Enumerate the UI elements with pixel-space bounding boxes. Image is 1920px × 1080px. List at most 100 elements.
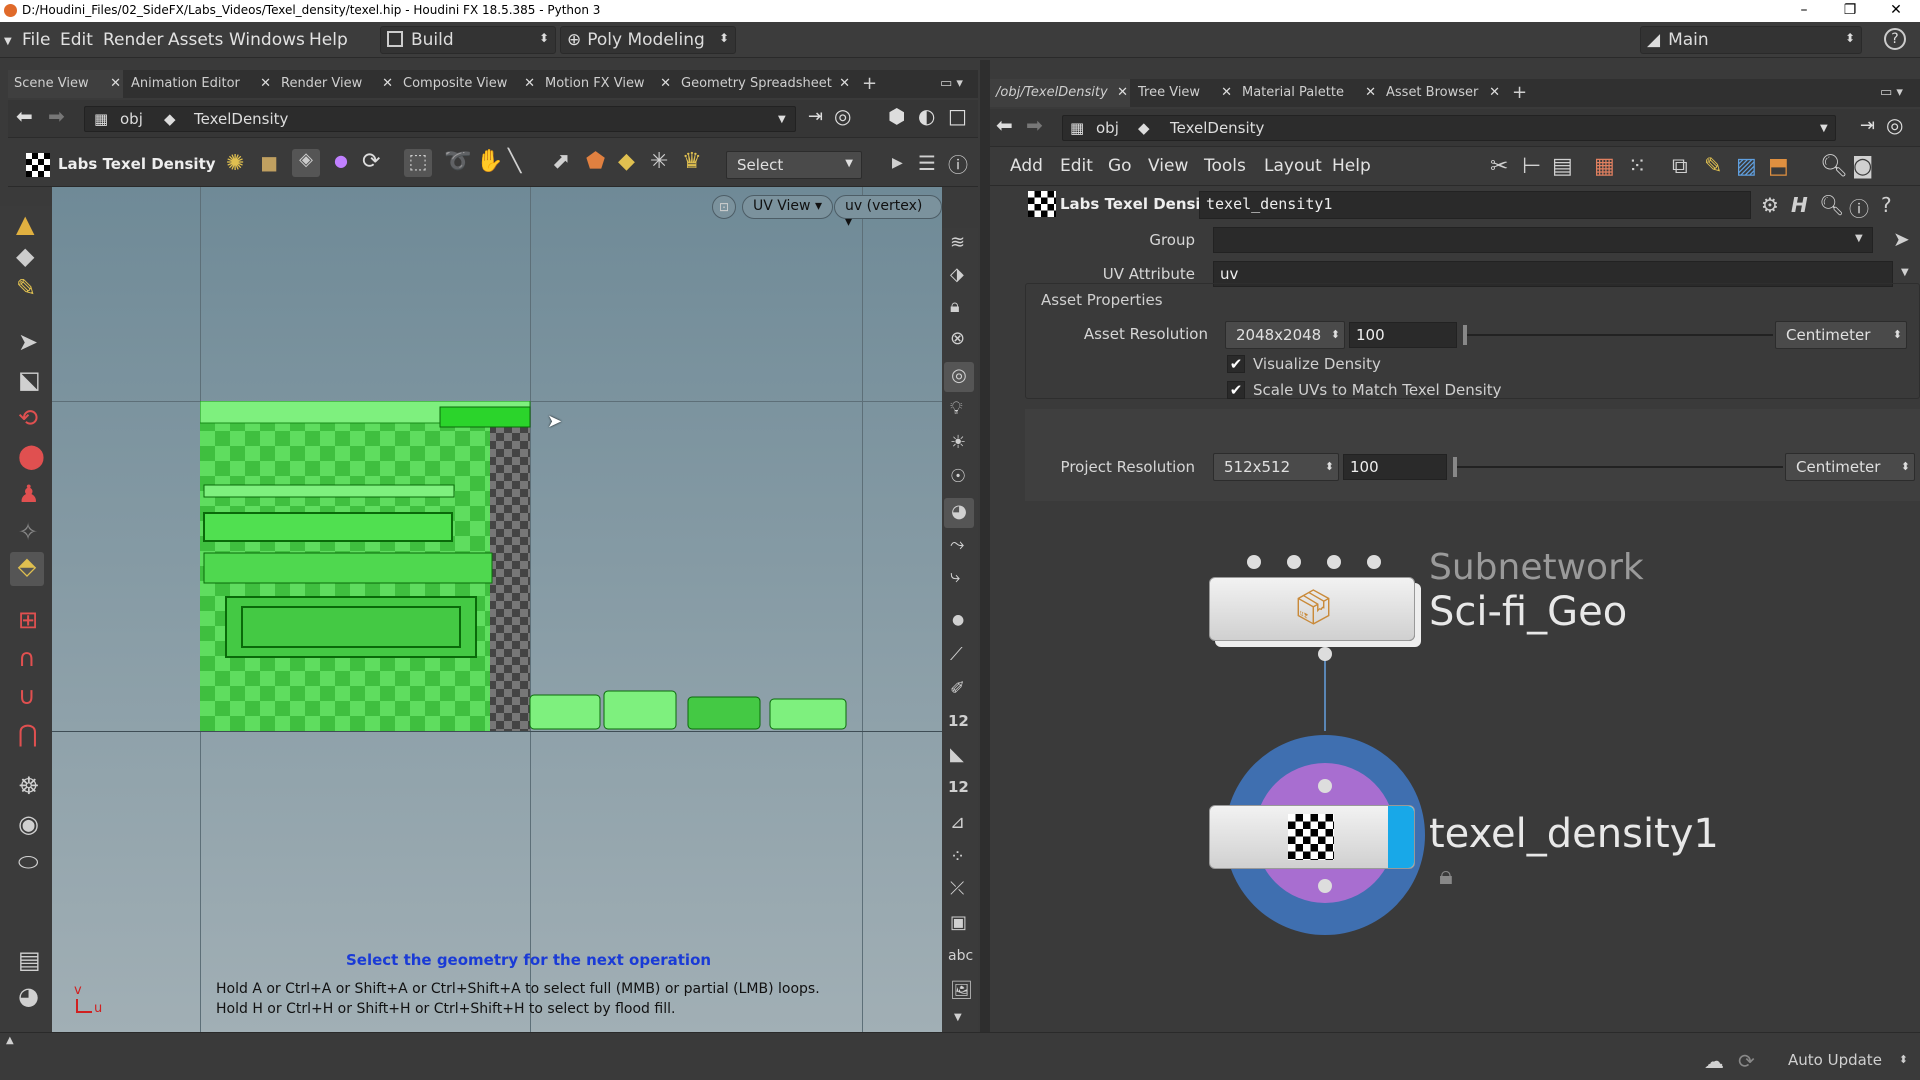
pane-menu-icon[interactable]: ▭ ▾: [934, 70, 974, 98]
rotate-select-icon[interactable]: ⟳: [362, 149, 380, 174]
guide-icon[interactable]: ⤷: [950, 566, 960, 587]
handle-tool-icon[interactable]: ▲: [16, 210, 34, 238]
menu-help[interactable]: Help: [309, 30, 348, 50]
paint-select-icon[interactable]: ✋: [476, 149, 503, 174]
image-icon[interactable]: ▨: [1736, 154, 1757, 179]
desktop-build-selector[interactable]: Build ⬍: [380, 26, 556, 54]
tab-render-view[interactable]: Render View ✕: [275, 70, 395, 98]
subnetwork-node[interactable]: 📦︎: [1209, 577, 1415, 641]
close-tab-icon[interactable]: ✕: [382, 70, 393, 98]
rotate-tool-icon[interactable]: ⟲: [18, 404, 38, 432]
asset-scale-slider-track[interactable]: [1463, 334, 1773, 336]
bounding-box-icon[interactable]: ▣: [950, 912, 967, 933]
list-options-icon[interactable]: ☰: [918, 151, 936, 175]
input-connector[interactable]: [1318, 779, 1332, 793]
input-connector[interactable]: [1247, 555, 1261, 569]
pane-splitter[interactable]: [980, 60, 990, 1032]
group-field[interactable]: [1213, 227, 1873, 253]
uv-attribute-dropdown[interactable]: uv (vertex) ▾: [834, 195, 942, 230]
forward-arrow-icon[interactable]: ➡: [1026, 113, 1043, 137]
menu-collapse-icon[interactable]: ▼: [4, 36, 12, 47]
edit-tool-icon[interactable]: ✎: [16, 274, 36, 302]
cloud-icon[interactable]: ☁: [1704, 1049, 1724, 1073]
layers-icon[interactable]: ▤: [18, 946, 41, 974]
wireframe-icon[interactable]: ◎: [944, 362, 974, 392]
view-tool-icon[interactable]: ☸: [18, 772, 40, 800]
uv-viewport[interactable]: ➤ ⊡ UV View ▾ uv (vertex) ▾ Select the g…: [52, 187, 942, 1032]
tab-motion-fx-view[interactable]: Motion FX View ✕: [539, 70, 673, 98]
select-groups-icon[interactable]: ⬟: [586, 149, 605, 174]
grid-view-icon[interactable]: ▦: [1594, 154, 1615, 179]
display-geo-icon[interactable]: ◕: [944, 498, 974, 528]
path-root[interactable]: obj: [120, 110, 143, 128]
project-scale-slider-track[interactable]: [1453, 466, 1783, 468]
project-unit-menu[interactable]: Centimeter ⬍: [1785, 453, 1915, 481]
sparkle-select-icon[interactable]: ✳: [650, 149, 668, 174]
path-node[interactable]: TexelDensity: [194, 110, 288, 128]
node-name-field[interactable]: texel_density1: [1199, 191, 1751, 219]
menu-tools[interactable]: Tools: [1204, 156, 1246, 176]
project-scale-slider-handle[interactable]: [1453, 457, 1457, 477]
forward-arrow-icon[interactable]: ➡: [48, 104, 65, 128]
snap-curve-icon[interactable]: ∩: [18, 644, 36, 672]
gear-sprocket-icon[interactable]: ✺: [226, 151, 244, 176]
asset-resolution-menu[interactable]: 2048x2048 ⬍: [1225, 321, 1345, 349]
select-arrow-icon[interactable]: ➤: [1893, 227, 1910, 251]
tab-tree-view[interactable]: Tree View ✕: [1132, 79, 1234, 107]
close-tab-icon[interactable]: ✕: [1117, 79, 1128, 107]
move-tool-icon[interactable]: ◆: [16, 242, 34, 270]
close-tab-icon[interactable]: ✕: [1489, 79, 1500, 107]
tab-composite-view[interactable]: Composite View ✕: [397, 70, 537, 98]
camera-icon[interactable]: ◉: [18, 810, 39, 838]
scale-uvs-checkbox[interactable]: ✔: [1227, 381, 1245, 399]
tab-animation-editor[interactable]: Animation Editor ✕: [125, 70, 273, 98]
menu-go[interactable]: Go: [1108, 156, 1132, 176]
desktop-poly-selector[interactable]: ⊕ Poly Modeling ⬍: [560, 26, 736, 54]
pin-icon[interactable]: ⇥: [1860, 115, 1875, 136]
magnet-icon[interactable]: ⋂: [18, 720, 38, 748]
prim-numbers-icon[interactable]: 12: [948, 778, 969, 796]
dotted-grid-icon[interactable]: ⁙: [1628, 154, 1646, 179]
asset-scale-field[interactable]: 100: [1349, 322, 1457, 348]
uv-boundary-icon[interactable]: ⊿: [950, 812, 965, 833]
houdini-h-icon[interactable]: H: [1791, 193, 1808, 217]
laser-select-icon[interactable]: ╲: [508, 149, 521, 174]
path-dropdown-icon[interactable]: ▼: [1820, 123, 1828, 134]
menu-layout[interactable]: Layout: [1264, 156, 1322, 176]
tab-asset-browser[interactable]: Asset Browser ✕: [1380, 79, 1502, 107]
texel-density-node-label[interactable]: texel_density1: [1429, 811, 1719, 857]
help-icon[interactable]: ?: [1884, 28, 1906, 50]
input-connector[interactable]: [1367, 555, 1381, 569]
input-connector[interactable]: [1287, 555, 1301, 569]
help-icon[interactable]: ?: [1881, 193, 1892, 217]
statusbar-expand-icon[interactable]: ▲: [6, 1035, 14, 1046]
render-icon[interactable]: ◐: [918, 104, 935, 128]
path-root[interactable]: obj: [1096, 119, 1119, 137]
point-display-icon[interactable]: ●: [952, 612, 964, 628]
crown-icon[interactable]: ♛: [682, 149, 702, 174]
pin-icon[interactable]: ⇥: [808, 106, 823, 127]
scatter-points-icon[interactable]: ⁘: [950, 846, 965, 867]
tree-icon[interactable]: ⊢: [1522, 154, 1541, 179]
auto-update-selector[interactable]: Auto Update ⬍: [1780, 1047, 1912, 1075]
scale-tool-icon[interactable]: ⬤: [18, 442, 45, 470]
refresh-icon[interactable]: ⟳: [1738, 1049, 1755, 1073]
asset-scale-slider-handle[interactable]: [1463, 325, 1467, 345]
close-tab-icon[interactable]: ✕: [1221, 79, 1232, 107]
back-arrow-icon[interactable]: ⬅: [996, 113, 1013, 137]
add-tab-icon[interactable]: +: [856, 70, 878, 98]
input-connector[interactable]: [1327, 555, 1341, 569]
pane-menu-icon[interactable]: ▭ ▾: [1874, 79, 1914, 107]
viewport-snap-icon[interactable]: ⊡: [712, 195, 736, 219]
display-options-icon[interactable]: ⬢: [888, 104, 905, 128]
path-dropdown-icon[interactable]: ▼: [778, 114, 786, 125]
points-select-icon[interactable]: ◈: [292, 149, 320, 177]
menu-windows[interactable]: Windows: [229, 30, 305, 50]
snapshot-icon[interactable]: □: [948, 104, 967, 128]
path-node[interactable]: TexelDensity: [1170, 119, 1264, 137]
close-tab-icon[interactable]: ✕: [110, 70, 121, 98]
select-arrow-icon[interactable]: ➤: [18, 328, 38, 356]
project-resolution-menu[interactable]: 512x512 ⬍: [1213, 453, 1339, 481]
close-tab-icon[interactable]: ✕: [524, 70, 535, 98]
link-icon[interactable]: ◎: [834, 104, 851, 128]
